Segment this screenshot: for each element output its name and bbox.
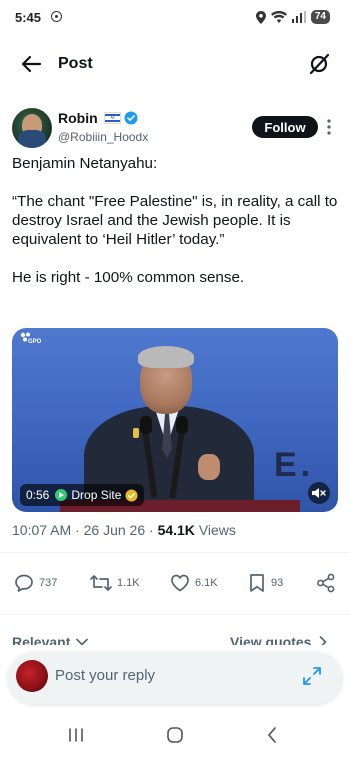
back-arrow-icon[interactable]	[20, 53, 42, 75]
repost-count: 1.1K	[117, 577, 140, 589]
expand-icon[interactable]	[302, 666, 322, 686]
bookmark-action[interactable]: 93	[248, 572, 283, 594]
post-time[interactable]: 10:07 AM	[12, 522, 71, 538]
bookmark-icon	[250, 574, 264, 592]
repost-action[interactable]: 1.1K	[90, 572, 140, 594]
home-icon[interactable]	[166, 726, 184, 744]
like-action[interactable]: 6.1K	[170, 572, 218, 594]
share-action[interactable]	[316, 572, 336, 594]
repost-icon	[90, 575, 112, 591]
user-avatar	[16, 660, 48, 692]
microphone-head	[140, 416, 152, 434]
like-count: 6.1K	[195, 577, 218, 589]
reply-input[interactable]: Post your reply	[55, 667, 155, 684]
yellow-ribbon	[133, 428, 139, 438]
author-avatar[interactable]	[12, 108, 52, 148]
author-name[interactable]: Robin	[58, 110, 98, 126]
backdrop-letters: E.	[274, 446, 315, 484]
location-icon	[255, 10, 266, 24]
divider	[0, 552, 350, 553]
video-duration: 0:56	[26, 488, 50, 502]
back-nav-icon[interactable]	[266, 726, 278, 744]
video-info-tag: 0:56 Drop Site	[20, 484, 145, 506]
gold-verified-icon	[125, 488, 138, 502]
speaker-hand	[198, 454, 220, 480]
reply-count: 737	[39, 577, 58, 589]
video-source: Drop Site	[71, 488, 122, 502]
bookmark-count: 93	[271, 577, 284, 589]
status-icons: 74	[255, 9, 330, 25]
tweet-paragraph: Benjamin Netanyahu:	[12, 155, 158, 172]
video-player[interactable]: GPO E. 0:56 Drop Site	[12, 328, 338, 512]
views-count: 54.1K	[157, 522, 195, 538]
status-bar: 5:45 74	[0, 0, 350, 36]
views-label: Views	[198, 522, 236, 538]
gpo-logo-text: GPO	[28, 339, 42, 345]
status-time: 5:45	[15, 10, 42, 25]
heart-icon	[171, 574, 189, 592]
tweet-paragraph: “The chant "Free Palestine" is, in reali…	[12, 193, 338, 248]
author-handle[interactable]: @Robiiin_Hoodx	[58, 130, 148, 144]
speaker-muted-icon	[312, 488, 326, 498]
post-meta: 10:07 AM · 26 Jun 26 · 54.1K Views	[12, 522, 236, 538]
reply-icon	[15, 574, 33, 592]
share-icon	[317, 573, 335, 593]
post-date[interactable]: 26 Jun 26	[84, 522, 146, 538]
battery-indicator: 74	[310, 10, 330, 24]
israel-flag-icon: ✡	[104, 112, 121, 124]
tweet-text: Benjamin Netanyahu: “The chant "Free Pal…	[12, 154, 338, 287]
mute-button[interactable]	[308, 482, 330, 504]
follow-button[interactable]: Follow	[252, 116, 318, 138]
more-options-icon[interactable]	[324, 117, 334, 137]
signal-icon	[291, 11, 306, 23]
divider	[0, 614, 350, 615]
grok-icon[interactable]	[308, 53, 330, 75]
play-circle-icon	[55, 489, 68, 501]
system-nav-bar	[0, 718, 350, 758]
microphone-head	[176, 416, 188, 434]
page-title: Post	[58, 55, 93, 72]
recent-apps-icon[interactable]	[68, 727, 84, 743]
notification-icon	[51, 11, 62, 22]
wifi-icon	[270, 11, 287, 23]
reply-action[interactable]: 737	[14, 572, 57, 594]
speaker-hair	[138, 346, 194, 368]
tweet-paragraph: He is right - 100% common sense.	[12, 269, 245, 286]
verified-badge-icon	[124, 111, 138, 125]
